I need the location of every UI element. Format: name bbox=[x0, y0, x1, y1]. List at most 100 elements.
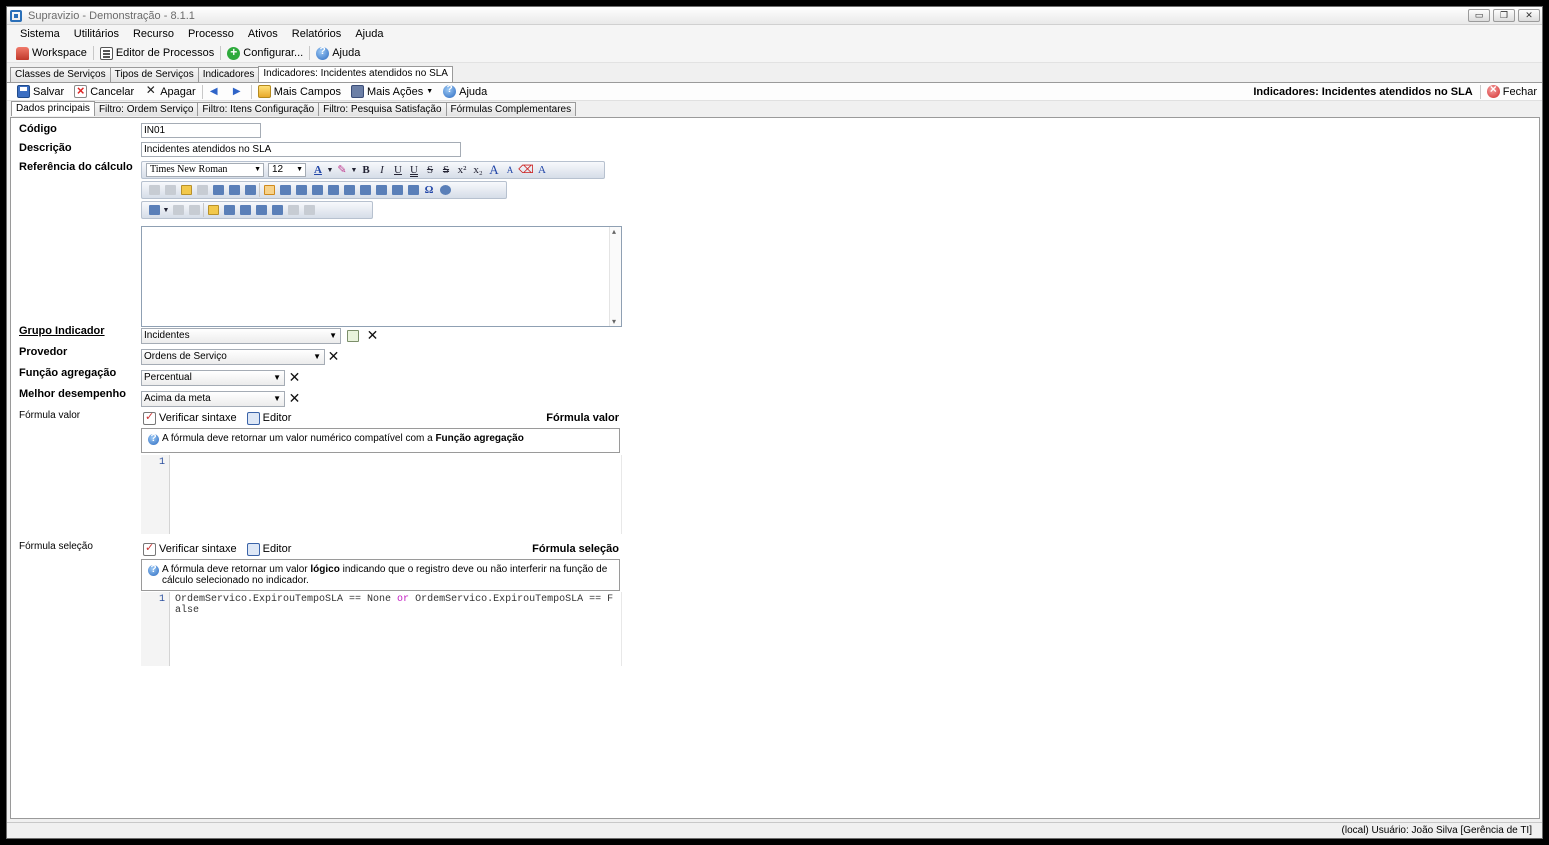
grupo-indicador-label[interactable]: Grupo Indicador bbox=[19, 325, 105, 337]
provedor-select[interactable]: Ordens de Serviço ▼ bbox=[141, 349, 325, 365]
redo-icon[interactable] bbox=[301, 203, 317, 217]
increase-indent-icon[interactable] bbox=[405, 183, 421, 197]
strikethrough-button[interactable]: S bbox=[422, 163, 438, 177]
font-size-select[interactable]: 12 ▼ bbox=[268, 163, 306, 177]
find-icon[interactable] bbox=[226, 183, 242, 197]
decrease-indent-icon[interactable] bbox=[389, 183, 405, 197]
insert-column-icon[interactable] bbox=[186, 203, 202, 217]
format-painter-icon[interactable] bbox=[194, 183, 210, 197]
tab-formulas-complementares[interactable]: Fórmulas Complementares bbox=[445, 102, 577, 116]
tab-classes-servicos[interactable]: Classes de Serviços bbox=[10, 67, 111, 82]
menu-recurso[interactable]: Recurso bbox=[126, 25, 181, 44]
tab-indicadores[interactable]: Indicadores bbox=[197, 67, 260, 82]
verificar-sintaxe-valor-button[interactable]: Verificar sintaxe bbox=[141, 409, 242, 428]
align-right-icon[interactable] bbox=[293, 183, 309, 197]
page-setup-icon[interactable] bbox=[269, 203, 285, 217]
superscript-button[interactable]: x² bbox=[454, 163, 470, 177]
mais-campos-button[interactable]: Mais Campos bbox=[253, 82, 346, 101]
subscript-button[interactable]: x₂ bbox=[470, 163, 486, 177]
edit-record-icon[interactable] bbox=[347, 330, 359, 342]
verificar-sintaxe-selecao-button[interactable]: Verificar sintaxe bbox=[141, 540, 242, 559]
double-strikethrough-button[interactable]: S bbox=[438, 163, 454, 177]
copy-icon[interactable] bbox=[162, 183, 178, 197]
font-family-select[interactable]: Times New Roman ▼ bbox=[146, 163, 264, 177]
cancelar-button[interactable]: Cancelar bbox=[69, 82, 139, 101]
outline-list-icon[interactable] bbox=[357, 183, 373, 197]
replace-icon[interactable] bbox=[242, 183, 258, 197]
clear-format-icon[interactable]: ⌫ bbox=[518, 163, 534, 177]
menu-ativos[interactable]: Ativos bbox=[241, 25, 285, 44]
editor-selecao-button[interactable]: Editor bbox=[242, 540, 297, 559]
formula-selecao-code-editor[interactable]: 1 OrdemServico.ExpirouTempoSLA == None o… bbox=[141, 592, 622, 666]
table-icon[interactable] bbox=[146, 203, 162, 217]
tab-filtro-itens-configuracao[interactable]: Filtro: Itens Configuração bbox=[197, 102, 320, 116]
clear-melhor-icon[interactable]: ✕ bbox=[288, 391, 301, 405]
bold-button[interactable]: B bbox=[358, 163, 374, 177]
grupo-indicador-select[interactable]: Incidentes ▼ bbox=[141, 328, 341, 344]
hyperlink-icon[interactable] bbox=[437, 183, 453, 197]
formula-valor-code-editor[interactable]: 1 bbox=[141, 455, 622, 534]
double-underline-button[interactable]: U bbox=[406, 163, 422, 177]
highlight-color-button[interactable]: ✎ bbox=[334, 163, 350, 177]
chevron-down-icon[interactable]: ▼ bbox=[326, 163, 334, 177]
menu-utilitarios[interactable]: Utilitários bbox=[67, 25, 126, 44]
spellcheck-icon[interactable] bbox=[210, 183, 226, 197]
menu-sistema[interactable]: Sistema bbox=[13, 25, 67, 44]
paste-icon[interactable] bbox=[178, 183, 194, 197]
salvar-button[interactable]: Salvar bbox=[12, 82, 69, 101]
tab-dados-principais[interactable]: Dados principais bbox=[11, 101, 95, 116]
tab-filtro-pesquisa-satisfacao[interactable]: Filtro: Pesquisa Satisfação bbox=[318, 102, 447, 116]
underline-button[interactable]: U bbox=[390, 163, 406, 177]
grow-font-button[interactable]: A bbox=[486, 163, 502, 177]
align-center-icon[interactable] bbox=[277, 183, 293, 197]
maximize-button[interactable]: ❐ bbox=[1493, 9, 1515, 22]
close-window-button[interactable]: ✕ bbox=[1518, 9, 1540, 22]
chevron-down-icon[interactable]: ▼ bbox=[162, 203, 170, 217]
melhor-desempenho-select[interactable]: Acima da meta ▼ bbox=[141, 391, 285, 407]
multilevel-list-icon[interactable] bbox=[373, 183, 389, 197]
insert-row-icon[interactable] bbox=[170, 203, 186, 217]
numbered-list-icon[interactable] bbox=[341, 183, 357, 197]
open-folder-icon[interactable] bbox=[205, 203, 221, 217]
save-file-icon[interactable] bbox=[221, 203, 237, 217]
descricao-input[interactable] bbox=[141, 142, 461, 157]
bullet-list-icon[interactable] bbox=[325, 183, 341, 197]
clear-funcao-icon[interactable]: ✕ bbox=[288, 370, 301, 384]
codigo-input[interactable] bbox=[141, 123, 261, 138]
vertical-scrollbar[interactable] bbox=[609, 227, 621, 326]
font-color-button[interactable]: A bbox=[310, 163, 326, 177]
ajuda-toolbar-button[interactable]: Ajuda bbox=[311, 44, 365, 63]
tab-indicador-atual[interactable]: Indicadores: Incidentes atendidos no SLA bbox=[258, 66, 453, 82]
print-preview-icon[interactable] bbox=[253, 203, 269, 217]
apagar-button[interactable]: Apagar bbox=[139, 82, 200, 101]
italic-button[interactable]: I bbox=[374, 163, 390, 177]
align-left-icon[interactable] bbox=[261, 183, 277, 197]
editor-valor-button[interactable]: Editor bbox=[242, 409, 297, 428]
next-record-button[interactable]: ▶ bbox=[227, 82, 250, 101]
tab-tipos-servicos[interactable]: Tipos de Serviços bbox=[109, 67, 199, 82]
funcao-agregacao-select[interactable]: Percentual ▼ bbox=[141, 370, 285, 386]
font-dialog-button[interactable]: A bbox=[534, 163, 550, 177]
ajuda-record-button[interactable]: Ajuda bbox=[438, 82, 492, 101]
undo-icon[interactable] bbox=[285, 203, 301, 217]
menu-processo[interactable]: Processo bbox=[181, 25, 241, 44]
editor-processos-button[interactable]: Editor de Processos bbox=[95, 44, 219, 63]
clear-grupo-icon[interactable]: ✕ bbox=[366, 328, 379, 342]
menu-ajuda[interactable]: Ajuda bbox=[348, 25, 390, 44]
tab-filtro-ordem-servico[interactable]: Filtro: Ordem Serviço bbox=[93, 102, 199, 116]
symbol-icon[interactable]: Ω bbox=[421, 183, 437, 197]
chevron-down-icon[interactable]: ▼ bbox=[350, 163, 358, 177]
align-justify-icon[interactable] bbox=[309, 183, 325, 197]
print-icon[interactable] bbox=[237, 203, 253, 217]
fechar-button[interactable]: Fechar bbox=[1482, 82, 1542, 101]
workspace-button[interactable]: Workspace bbox=[11, 44, 92, 63]
clear-provedor-icon[interactable]: ✕ bbox=[327, 349, 340, 363]
cut-icon[interactable] bbox=[146, 183, 162, 197]
shrink-font-button[interactable]: A bbox=[502, 163, 518, 177]
referencia-editor[interactable] bbox=[141, 226, 622, 327]
menu-relatorios[interactable]: Relatórios bbox=[285, 25, 349, 44]
configurar-button[interactable]: Configurar... bbox=[222, 44, 308, 63]
mais-acoes-button[interactable]: Mais Ações ▼ bbox=[346, 82, 438, 101]
previous-record-button[interactable]: ◀ bbox=[204, 82, 227, 101]
minimize-button[interactable]: ▭ bbox=[1468, 9, 1490, 22]
